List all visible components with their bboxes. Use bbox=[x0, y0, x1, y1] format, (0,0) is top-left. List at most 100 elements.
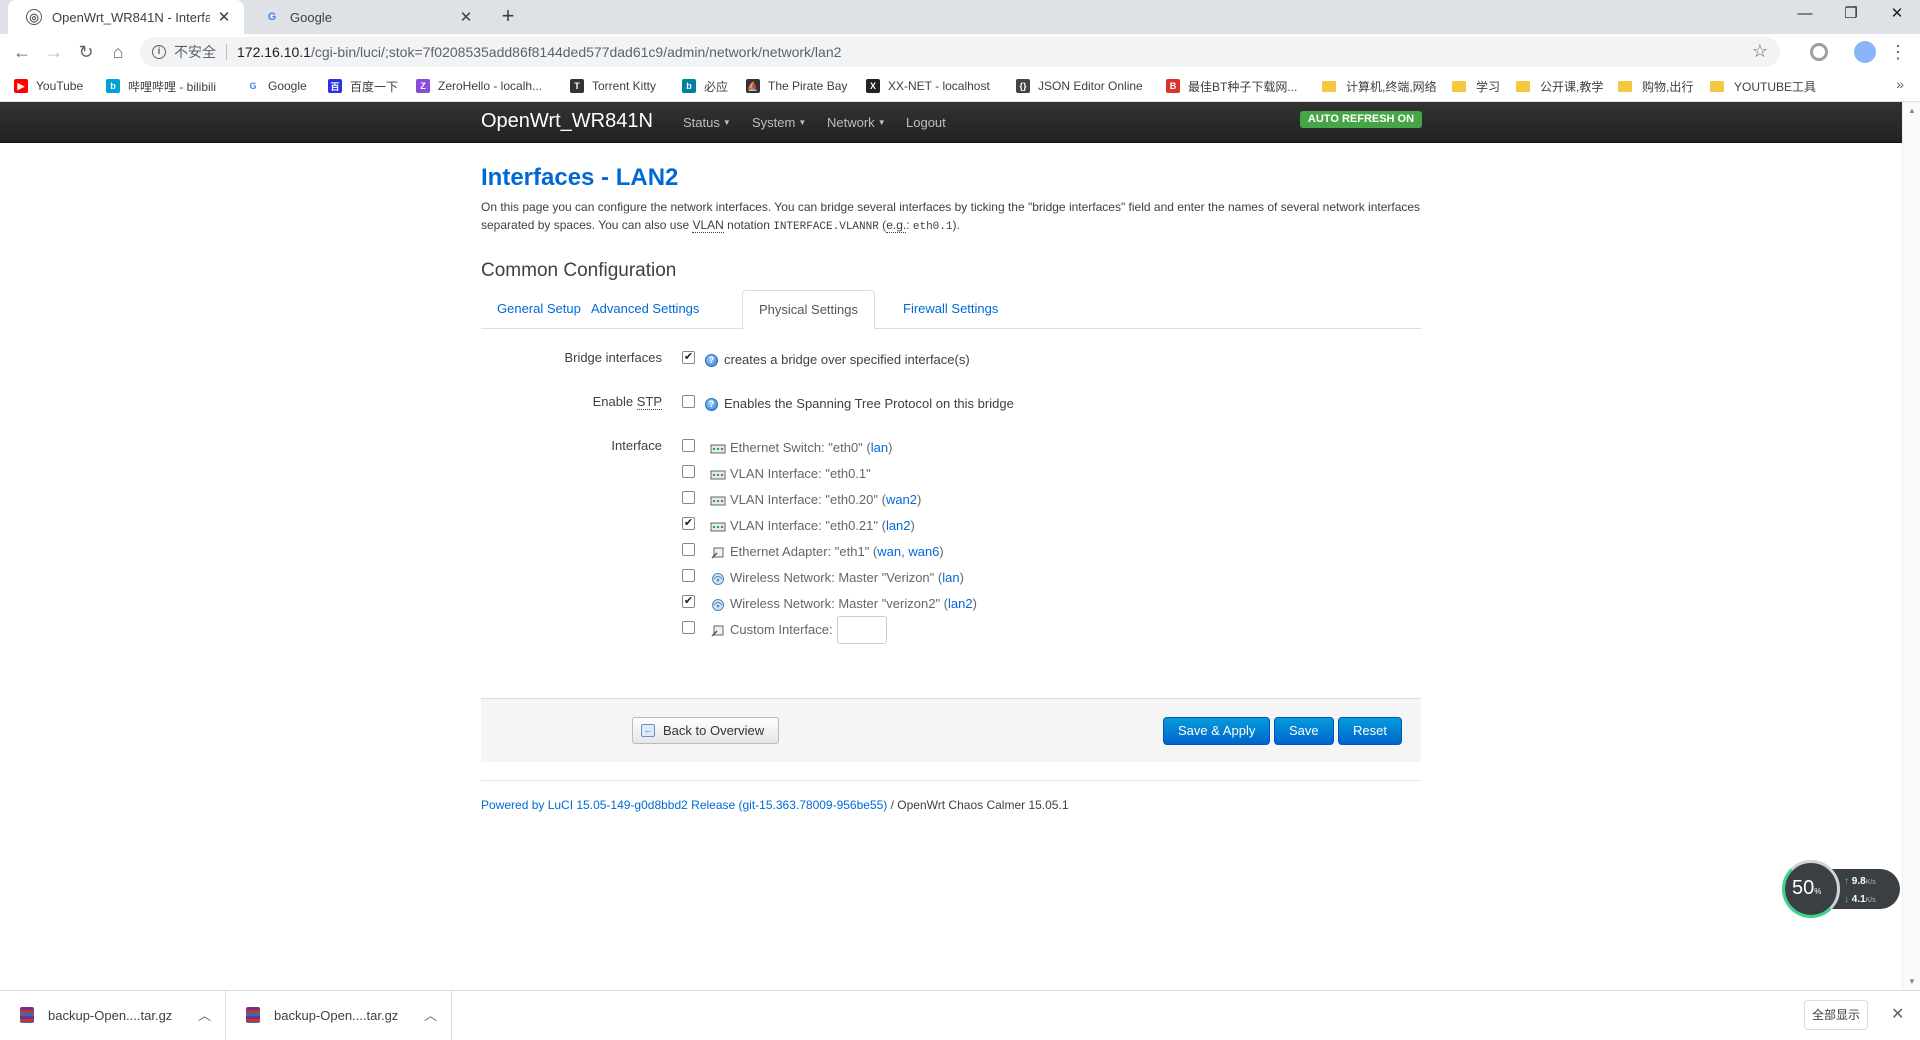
bookmark-torrent-kitty[interactable]: T Torrent Kitty bbox=[570, 76, 656, 96]
bookmark-label: XX-NET - localhost bbox=[888, 79, 990, 93]
info-icon[interactable]: i bbox=[152, 45, 166, 59]
bookmark-folder-courses[interactable]: 公开课,教学 bbox=[1516, 76, 1603, 96]
menu-network[interactable]: Network ▼ bbox=[827, 115, 886, 130]
chevron-up-icon[interactable]: ︿ bbox=[424, 1005, 437, 1024]
interface-checkbox-eth0-1[interactable] bbox=[682, 465, 695, 478]
profile-avatar[interactable] bbox=[1854, 41, 1876, 63]
network-link[interactable]: lan bbox=[871, 440, 888, 455]
extension-icon[interactable] bbox=[1810, 43, 1828, 61]
bookmark-folder-shopping[interactable]: 购物,出行 bbox=[1618, 76, 1693, 96]
network-link[interactable]: wan, wan6 bbox=[877, 544, 939, 559]
json-icon: {} bbox=[1016, 79, 1030, 93]
bookmark-baidu[interactable]: 百百度一下 bbox=[328, 76, 398, 96]
bookmark-bing[interactable]: b 必应 bbox=[682, 76, 728, 96]
bookmark-youtube[interactable]: ▶ YouTube bbox=[14, 76, 83, 96]
forward-arrow-icon[interactable]: → bbox=[42, 40, 66, 64]
luci-powered-link[interactable]: Powered by LuCI 15.05-149-g0d8bbd2 Relea… bbox=[481, 798, 887, 812]
network-link[interactable]: lan2 bbox=[886, 518, 911, 533]
enable-stp-checkbox[interactable] bbox=[682, 395, 695, 408]
interface-checkbox-custom[interactable] bbox=[682, 621, 695, 634]
auto-refresh-toggle[interactable]: AUTO REFRESH ON bbox=[1300, 111, 1422, 128]
menu-dots-icon[interactable]: ⋮ bbox=[1886, 40, 1910, 64]
interface-checkbox-eth0-21[interactable]: ✔ bbox=[682, 517, 695, 530]
close-window-button[interactable]: ✕ bbox=[1874, 0, 1920, 30]
tab-close-icon[interactable]: ✕ bbox=[216, 8, 232, 26]
tab-firewall-settings[interactable]: Firewall Settings bbox=[887, 290, 1014, 329]
bookmark-folder-study[interactable]: 学习 bbox=[1452, 76, 1500, 96]
menu-logout[interactable]: Logout bbox=[906, 115, 946, 130]
save-apply-button[interactable]: Save & Apply bbox=[1163, 717, 1271, 745]
tab-advanced-settings[interactable]: Advanced Settings bbox=[575, 290, 715, 329]
bilibili-icon: b bbox=[106, 79, 120, 93]
bookmark-label: 最佳BT种子下载网... bbox=[1188, 79, 1298, 94]
download-item[interactable]: backup-Open....tar.gz ︿ bbox=[226, 991, 452, 1040]
bookmark-star-icon[interactable]: ☆ bbox=[1752, 41, 1768, 62]
vlan-abbr: VLAN bbox=[692, 218, 724, 233]
security-label: 不安全 bbox=[174, 44, 216, 60]
reset-button[interactable]: Reset bbox=[1338, 717, 1402, 745]
save-button[interactable]: Save bbox=[1274, 717, 1334, 745]
back-arrow-icon[interactable]: ← bbox=[10, 40, 34, 64]
new-tab-button[interactable]: + bbox=[496, 5, 520, 29]
browser-tab-google[interactable]: G Google ✕ bbox=[246, 0, 486, 34]
minimize-button[interactable]: — bbox=[1782, 0, 1828, 30]
scroll-down-icon[interactable]: ▼ bbox=[1908, 977, 1916, 986]
speed-percent: 50% bbox=[1792, 877, 1821, 900]
download-item[interactable]: backup-Open....tar.gz ︿ bbox=[0, 991, 226, 1040]
address-bar[interactable]: i 不安全 172.16.10.1 /cgi-bin/luci/;stok=7f… bbox=[140, 37, 1780, 67]
menu-system[interactable]: System ▼ bbox=[752, 115, 806, 130]
back-to-overview-button[interactable]: ← Back to Overview bbox=[632, 717, 780, 744]
bookmarks-overflow-icon[interactable]: » bbox=[1896, 76, 1904, 92]
bookmark-label: 百度一下 bbox=[350, 79, 399, 94]
brand-link[interactable]: OpenWrt_WR841N bbox=[481, 110, 653, 133]
browser-tab-openwrt[interactable]: ◎ OpenWrt_WR841N - Interfaces ✕ bbox=[8, 0, 244, 34]
interface-label-eth1: Ethernet Adapter: "eth1" (wan, wan6) bbox=[730, 544, 944, 559]
bookmark-folder-youtube-tools[interactable]: YOUTUBE工具 bbox=[1710, 76, 1816, 96]
bookmark-bilibili[interactable]: b 哔哩哔哩 - bilibili bbox=[106, 76, 216, 96]
network-link[interactable]: wan2 bbox=[886, 492, 917, 507]
interface-text: ) bbox=[910, 518, 915, 533]
page-footer: Powered by LuCI 15.05-149-g0d8bbd2 Relea… bbox=[481, 798, 1069, 812]
interface-label-eth0-1: VLAN Interface: "eth0.1" bbox=[730, 466, 871, 481]
network-link[interactable]: lan bbox=[942, 570, 959, 585]
interface-checkbox-eth1[interactable] bbox=[682, 543, 695, 556]
divider bbox=[226, 44, 227, 60]
interface-checkbox-wifi-verizon[interactable] bbox=[682, 569, 695, 582]
home-icon[interactable]: ⌂ bbox=[106, 40, 130, 64]
bookmark-xx-net[interactable]: X XX-NET - localhost bbox=[866, 76, 990, 96]
menu-status[interactable]: Status ▼ bbox=[683, 115, 731, 130]
bookmark-zerohello[interactable]: Z ZeroHello - localh... bbox=[416, 76, 542, 96]
tab-close-icon[interactable]: ✕ bbox=[458, 8, 474, 26]
bridge-interfaces-checkbox[interactable]: ✔ bbox=[682, 351, 695, 364]
section-title: Common Configuration bbox=[481, 260, 677, 281]
interface-checkbox-eth0[interactable] bbox=[682, 439, 695, 452]
upload-value: 9.8 bbox=[1851, 876, 1866, 887]
reload-icon[interactable]: ↻ bbox=[74, 40, 98, 64]
network-speed-widget[interactable]: 50% ↑ 9.8K/s ↓ 4.1K/s bbox=[1782, 860, 1900, 918]
chevron-up-icon[interactable]: ︿ bbox=[198, 1005, 211, 1024]
network-link[interactable]: lan2 bbox=[948, 596, 973, 611]
show-all-downloads-button[interactable]: 全部显示 bbox=[1804, 1000, 1868, 1030]
button-label: Back to Overview bbox=[663, 723, 765, 738]
bookmark-bt[interactable]: B 最佳BT种子下载网... bbox=[1166, 76, 1297, 96]
bookmark-pirate-bay[interactable]: ⛵ The Pirate Bay bbox=[746, 76, 847, 96]
stp-label-prefix: Enable bbox=[592, 394, 637, 409]
scroll-up-icon[interactable]: ▲ bbox=[1908, 106, 1916, 115]
interface-checkbox-eth0-20[interactable] bbox=[682, 491, 695, 504]
page-scrollbar[interactable]: ▲ ▼ bbox=[1902, 102, 1920, 990]
bridge-help-text: creates a bridge over specified interfac… bbox=[724, 352, 970, 367]
bookmark-json-editor[interactable]: {} JSON Editor Online bbox=[1016, 76, 1143, 96]
interface-text: VLAN Interface: "eth0.1" bbox=[730, 466, 871, 481]
custom-interface-input[interactable] bbox=[837, 616, 887, 644]
restore-button[interactable]: ❐ bbox=[1828, 0, 1874, 30]
bookmark-folder-network[interactable]: 计算机,终端,网络 bbox=[1322, 76, 1437, 96]
tab-physical-settings[interactable]: Physical Settings bbox=[742, 290, 875, 330]
baidu-icon: 百 bbox=[328, 79, 342, 93]
interface-checkbox-wifi-verizon2[interactable]: ✔ bbox=[682, 595, 695, 608]
percent-value: 50 bbox=[1792, 877, 1815, 899]
interface-text: VLAN Interface: "eth0.20" ( bbox=[730, 492, 886, 507]
menu-label: Network bbox=[827, 115, 875, 130]
close-download-shelf-icon[interactable]: ✕ bbox=[1891, 1004, 1904, 1024]
bookmark-google[interactable]: G Google bbox=[246, 76, 307, 96]
bridge-interfaces-label: Bridge interfaces bbox=[564, 350, 662, 365]
